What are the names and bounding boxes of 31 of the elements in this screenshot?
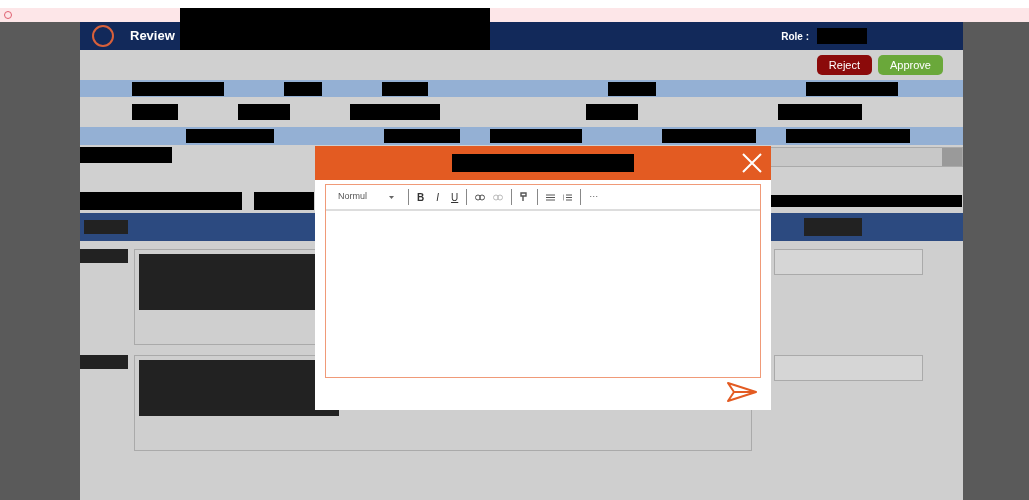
redaction-block	[608, 81, 656, 96]
more-button[interactable]: ···	[589, 190, 599, 204]
input-field[interactable]	[773, 355, 923, 381]
redaction-block	[80, 355, 128, 369]
redaction-block	[586, 104, 638, 120]
page-title: Review	[130, 27, 175, 46]
italic-button[interactable]: I	[436, 189, 440, 205]
send-icon[interactable]	[727, 382, 757, 402]
underline-button[interactable]: U	[451, 189, 459, 205]
bold-button[interactable]: B	[417, 189, 425, 205]
format-paint-icon[interactable]	[520, 192, 530, 202]
bulleted-list-icon[interactable]	[546, 193, 556, 201]
redaction-block	[238, 104, 290, 120]
reject-button[interactable]: Reject	[816, 55, 872, 75]
input-field[interactable]	[773, 249, 923, 275]
close-icon[interactable]	[741, 152, 763, 174]
redaction-block	[254, 192, 314, 210]
rich-text-editor[interactable]: Normul B I U ···	[325, 184, 761, 378]
redaction-block	[84, 220, 128, 234]
redaction-block	[284, 81, 322, 96]
redaction-block	[817, 28, 867, 44]
redaction-block	[382, 81, 428, 96]
redaction-block	[80, 249, 128, 263]
caret-icon	[389, 195, 394, 199]
role-label: Role :	[781, 29, 809, 44]
redaction-block	[804, 218, 862, 236]
redaction-block	[132, 104, 178, 120]
link-icon[interactable]	[475, 193, 486, 201]
style-dropdown[interactable]: Normul	[338, 190, 400, 204]
back-icon[interactable]	[92, 25, 114, 47]
numbered-list-icon[interactable]	[563, 193, 573, 201]
